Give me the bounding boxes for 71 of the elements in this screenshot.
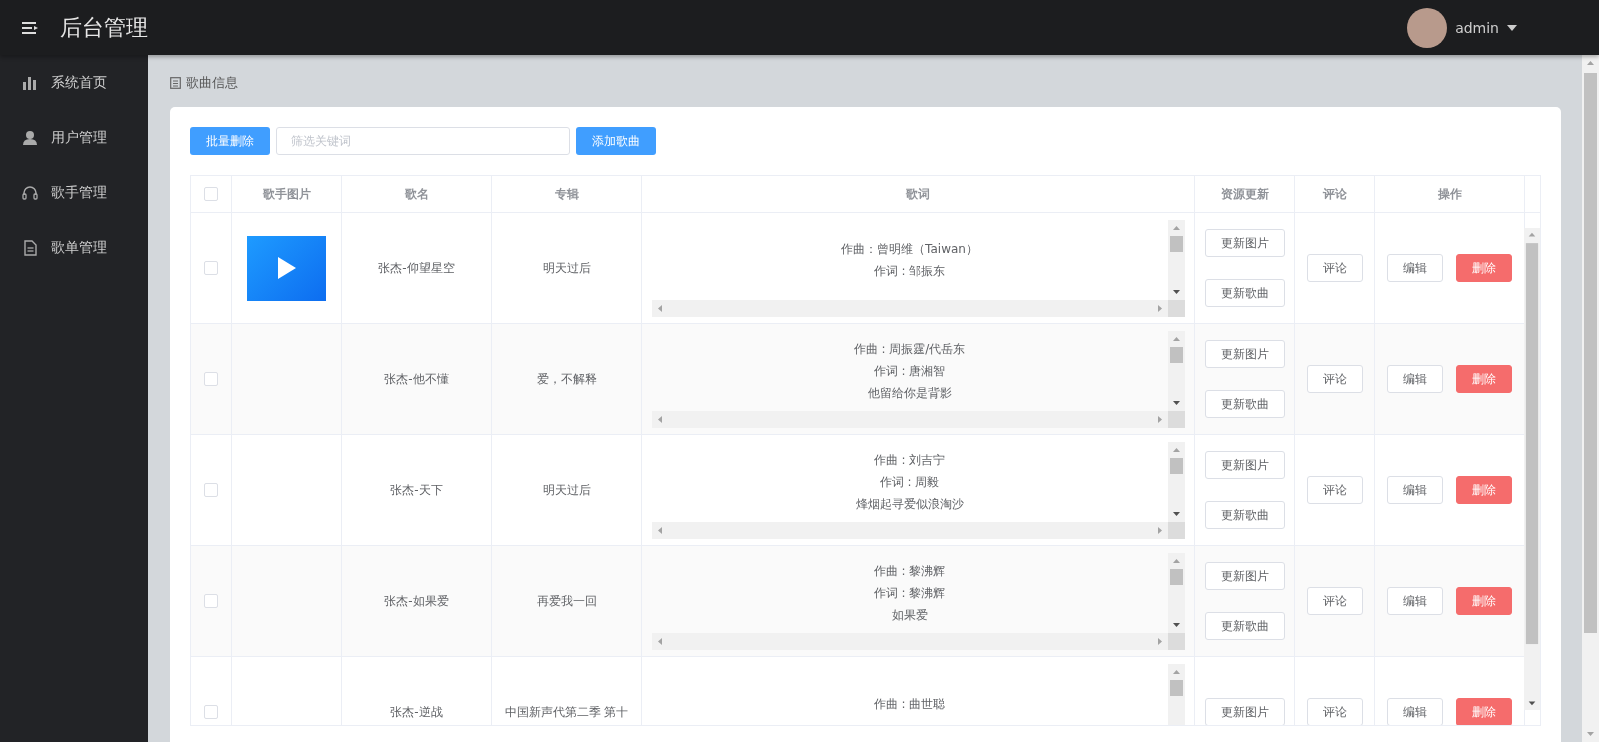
- bar-chart-icon: [22, 74, 38, 91]
- update-picture-button[interactable]: 更新图片: [1204, 451, 1285, 479]
- comment-button[interactable]: 评论: [1306, 365, 1363, 393]
- sidebar-item[interactable]: 歌单管理: [0, 220, 148, 275]
- update-song-button[interactable]: 更新歌曲: [1204, 390, 1285, 418]
- play-icon: [276, 256, 297, 280]
- update-song-button[interactable]: 更新歌曲: [1204, 279, 1285, 307]
- update-song-button[interactable]: 更新歌曲: [1204, 501, 1285, 529]
- song-name: 张杰-逆战: [389, 703, 444, 721]
- lyric-line: 作曲：曾明维（Taiwan）: [841, 240, 978, 257]
- song-name: 张杰-天下: [389, 481, 444, 499]
- checkbox[interactable]: [204, 483, 218, 497]
- lyric-line: 作词 : 黎沸辉: [873, 584, 946, 601]
- update-picture-button[interactable]: 更新图片: [1204, 229, 1285, 257]
- user-icon: [22, 129, 38, 146]
- edit-button[interactable]: 编辑: [1387, 698, 1443, 725]
- lyric-line: 他留给你是背影: [867, 384, 952, 401]
- column-header: 歌词: [906, 185, 930, 203]
- checkbox[interactable]: [204, 261, 218, 275]
- update-picture-button[interactable]: 更新图片: [1204, 698, 1285, 725]
- lyric-line: 烽烟起寻爱似浪淘沙: [855, 495, 964, 512]
- song-name: 张杰-仰望星空: [377, 259, 456, 277]
- comment-button[interactable]: 评论: [1306, 587, 1363, 615]
- edit-button[interactable]: 编辑: [1387, 587, 1443, 615]
- comment-button[interactable]: 评论: [1306, 698, 1363, 725]
- lyric-line: 作曲 : 刘吉宁: [873, 451, 946, 468]
- sidebar-item[interactable]: 用户管理: [0, 110, 148, 165]
- user-avatar[interactable]: [1407, 7, 1448, 48]
- song-name: 张杰-如果爱: [383, 592, 450, 610]
- document-icon: [22, 239, 38, 256]
- song-name: 张杰-他不懂: [383, 370, 450, 388]
- lyric-line: 作曲 : 黎沸辉: [873, 562, 946, 579]
- lyric-line: 作词 : 邹振东: [873, 262, 946, 279]
- column-header: 歌名: [404, 185, 429, 203]
- search-field[interactable]: 筛选关键词: [276, 127, 570, 155]
- document-icon: [170, 77, 181, 89]
- comment-button[interactable]: 评论: [1306, 254, 1363, 282]
- column-header: 评论: [1322, 185, 1347, 203]
- headset-icon: [22, 184, 38, 201]
- app-title: 后台管理: [60, 13, 148, 42]
- checkbox[interactable]: [204, 594, 218, 608]
- edit-button[interactable]: 编辑: [1387, 476, 1443, 504]
- column-header: 歌手图片: [262, 185, 311, 203]
- checkbox[interactable]: [204, 187, 218, 201]
- caret-icon: [1507, 24, 1517, 31]
- album-name: 明天过后: [541, 481, 592, 499]
- album-name: 明天过后: [541, 259, 592, 277]
- column-header: 操作: [1437, 185, 1462, 203]
- column-header: 专辑: [554, 185, 579, 203]
- column-header: 资源更新: [1220, 185, 1269, 203]
- comment-button[interactable]: 评论: [1306, 476, 1363, 504]
- sidebar-item[interactable]: 系统首页: [0, 55, 148, 110]
- album-name: 爱，不解释: [535, 370, 598, 388]
- update-song-button[interactable]: 更新歌曲: [1204, 612, 1285, 640]
- checkbox[interactable]: [204, 372, 218, 386]
- update-picture-button[interactable]: 更新图片: [1204, 340, 1285, 368]
- sidebar-item[interactable]: 歌手管理: [0, 165, 148, 220]
- checkbox[interactable]: [204, 705, 218, 719]
- menu-icon: [22, 20, 38, 35]
- lyric-line: 如果爱: [891, 606, 928, 623]
- update-picture-button[interactable]: 更新图片: [1204, 562, 1285, 590]
- album-name: 中国新声代第二季 第十: [503, 703, 630, 721]
- breadcrumb: 歌曲信息: [186, 74, 238, 92]
- edit-button[interactable]: 编辑: [1387, 365, 1443, 393]
- user-name[interactable]: admin: [1455, 19, 1499, 36]
- album-name: 再爱我一回: [535, 592, 598, 610]
- lyric-line: 作词 : 唐湘智: [873, 362, 946, 379]
- lyric-line: 作曲 : 曲世聪: [873, 695, 946, 712]
- lyric-line: 作词 : 周毅: [879, 473, 940, 490]
- lyric-line: 作曲 : 周振霆/代岳东: [853, 340, 966, 357]
- edit-button[interactable]: 编辑: [1387, 254, 1443, 282]
